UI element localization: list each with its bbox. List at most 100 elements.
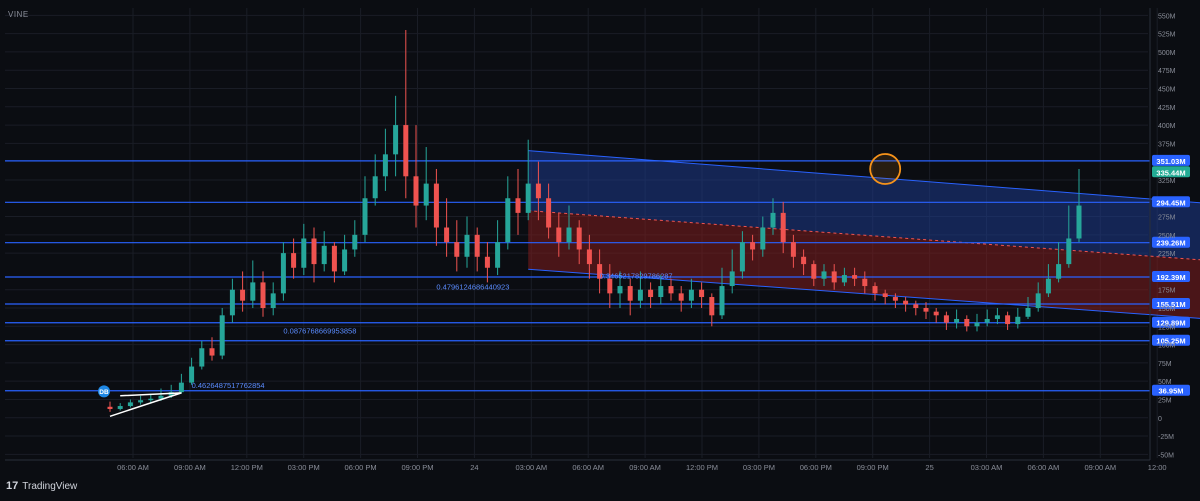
level-price-label: 192.39M <box>1156 273 1185 282</box>
chart-area[interactable]: VINE 351.03M 294.45M 239.26M 192.39M 155.51M… <box>0 0 1200 496</box>
candle-body <box>505 198 511 243</box>
candle-body <box>719 286 725 316</box>
candle-body <box>811 264 817 279</box>
y-tick-label: 500M <box>1158 50 1176 57</box>
candle-body <box>1005 315 1011 325</box>
fib-ratio-label: 0.0876768669953858 <box>283 327 356 336</box>
candle-body <box>515 198 521 213</box>
candle-body <box>1025 308 1031 317</box>
tradingview-mark-icon: 17 <box>6 480 19 492</box>
candle-body <box>760 227 766 250</box>
candle-body <box>668 286 674 294</box>
level-price-label: 239.26M <box>1156 239 1185 248</box>
candle-body <box>474 234 480 257</box>
fib-ratio-label: 0.4796124686440923 <box>436 283 509 292</box>
candle-body <box>607 278 613 294</box>
y-tick-label: 550M <box>1158 13 1176 20</box>
candle-body <box>270 293 276 308</box>
candle-body <box>923 308 929 312</box>
y-tick-label: 325M <box>1158 178 1176 185</box>
candle-body <box>627 286 633 301</box>
x-tick-label: 25 <box>925 463 933 472</box>
candle-body <box>821 271 827 279</box>
x-tick-label: 12:00 PM <box>231 463 263 472</box>
x-tick-label: 03:00 AM <box>971 463 1003 472</box>
y-tick-label: -50M <box>1158 452 1174 459</box>
chart-svg[interactable]: 351.03M294.45M239.26M192.39M155.51M129.8… <box>0 0 1200 496</box>
candle-body <box>862 278 868 287</box>
candle-body <box>311 238 317 265</box>
candle-body <box>729 271 735 287</box>
candle-body <box>750 242 756 250</box>
candle-body <box>637 289 643 301</box>
candle-body <box>709 297 715 316</box>
candle-body <box>250 282 256 301</box>
candle-body <box>678 293 684 301</box>
candle-body <box>454 242 460 257</box>
x-tick-label: 24 <box>470 463 478 472</box>
candle-body <box>984 318 990 323</box>
candle-body <box>229 289 235 316</box>
last-price-label: 335.44M <box>1156 168 1185 177</box>
level-price-label: 36.95M <box>1158 387 1183 396</box>
regression-channel <box>528 150 1200 319</box>
candle-body <box>831 271 837 283</box>
x-tick-label: 06:00 PM <box>800 463 832 472</box>
candle-body <box>484 256 490 268</box>
candle-body <box>127 402 133 407</box>
candle-body <box>974 322 980 327</box>
x-tick-label: 06:00 PM <box>345 463 377 472</box>
tradingview-name: TradingView <box>22 480 78 492</box>
y-tick-label: 250M <box>1158 233 1176 240</box>
candle-body <box>586 249 592 265</box>
x-tick-label: 09:00 PM <box>857 463 889 472</box>
candle-body <box>546 198 552 228</box>
x-tick-label: 09:00 AM <box>629 463 661 472</box>
candle-body <box>739 242 745 272</box>
candle-body <box>954 318 960 323</box>
candle-body <box>913 304 919 308</box>
candle-body <box>903 300 909 305</box>
candle-body <box>403 125 409 177</box>
level-price-label: 294.45M <box>1156 198 1185 207</box>
candle-body <box>291 253 297 268</box>
candle-body <box>209 348 215 356</box>
y-tick-label: 25M <box>1158 397 1172 404</box>
candle-body <box>892 297 898 301</box>
candle-body <box>699 289 705 298</box>
candle-body <box>556 227 562 243</box>
y-tick-label: 125M <box>1158 324 1176 331</box>
y-tick-label: 75M <box>1158 361 1172 368</box>
candle-body <box>994 315 1000 319</box>
y-tick-label: 225M <box>1158 251 1176 258</box>
x-tick-label: 03:00 PM <box>743 463 775 472</box>
candle-body <box>688 289 694 301</box>
candle-body <box>566 227 572 243</box>
y-tick-label: 0 <box>1158 416 1162 423</box>
x-tick-label: 12:00 PM <box>686 463 718 472</box>
candle-body <box>382 154 388 177</box>
triangle-pattern <box>109 392 182 418</box>
y-tick-label: 450M <box>1158 86 1176 93</box>
candle-body <box>464 234 470 257</box>
candle-body <box>495 242 501 268</box>
y-tick-label: 400M <box>1158 123 1176 130</box>
x-tick-label: 03:00 AM <box>515 463 547 472</box>
db-badge-label: DB <box>99 389 109 396</box>
candle-body <box>801 256 807 265</box>
candle-body <box>535 183 541 199</box>
candle-body <box>852 275 858 279</box>
y-tick-label: 525M <box>1158 32 1176 39</box>
y-tick-label: 150M <box>1158 306 1176 313</box>
candle-body <box>444 227 450 243</box>
candle-body <box>423 183 429 206</box>
y-tick-label: 375M <box>1158 141 1176 148</box>
candle-body <box>413 176 419 206</box>
tradingview-logo[interactable]: 17 TradingView <box>6 480 77 492</box>
x-tick-label: 06:00 AM <box>117 463 149 472</box>
x-tick-label: 09:00 PM <box>401 463 433 472</box>
candle-body <box>178 382 184 393</box>
candle-body <box>780 212 786 243</box>
candle-body <box>1056 264 1062 279</box>
candle-body <box>658 286 664 298</box>
